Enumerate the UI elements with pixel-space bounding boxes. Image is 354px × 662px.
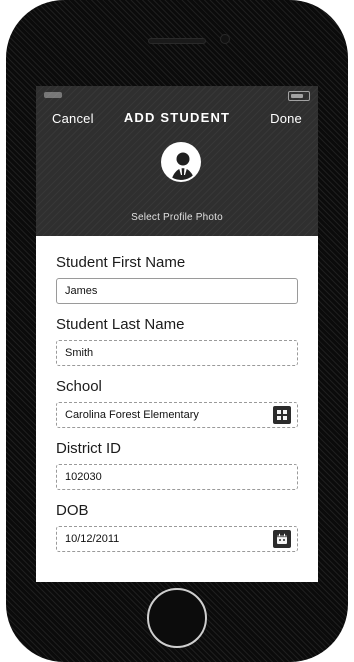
dob-field: DOB 10/12/2011 <box>56 502 298 552</box>
signal-icon <box>44 92 62 98</box>
status-bar <box>36 86 318 104</box>
earpiece <box>148 38 206 44</box>
school-field: School Carolina Forest Elementary <box>56 378 298 428</box>
front-camera <box>220 34 230 44</box>
nav-bar: Cancel ADD STUDENT Done <box>36 104 318 134</box>
district-id-label: District ID <box>56 440 121 457</box>
district-id-field: District ID 102030 <box>56 440 298 490</box>
dob-label: DOB <box>56 502 89 519</box>
student-icon <box>163 144 199 180</box>
first-name-field: Student First Name James <box>56 254 298 304</box>
phone-device: Cancel ADD STUDENT Done Select Profile P… <box>6 0 348 662</box>
last-name-label: Student Last Name <box>56 316 185 333</box>
school-input[interactable]: Carolina Forest Elementary <box>56 402 298 428</box>
first-name-value: James <box>65 285 98 297</box>
phone-screen: Cancel ADD STUDENT Done Select Profile P… <box>36 86 318 582</box>
first-name-input[interactable]: James <box>56 278 298 304</box>
dob-value: 10/12/2011 <box>65 533 120 545</box>
home-button[interactable] <box>147 588 207 648</box>
dob-input[interactable]: 10/12/2011 <box>56 526 298 552</box>
district-id-input[interactable]: 102030 <box>56 464 298 490</box>
grid-icon <box>277 410 287 420</box>
school-label: School <box>56 378 102 395</box>
last-name-field: Student Last Name Smith <box>56 316 298 366</box>
battery-icon <box>288 91 310 101</box>
done-button[interactable]: Done <box>270 111 302 126</box>
first-name-label: Student First Name <box>56 254 186 271</box>
last-name-value: Smith <box>65 347 94 359</box>
last-name-input[interactable]: Smith <box>56 340 298 366</box>
add-student-header: Cancel ADD STUDENT Done Select Profile P… <box>36 86 318 236</box>
select-profile-photo-link[interactable]: Select Profile Photo <box>36 212 318 223</box>
profile-photo-button[interactable] <box>161 142 201 182</box>
district-id-value: 102030 <box>65 471 102 483</box>
school-picker-button[interactable] <box>273 406 291 424</box>
student-form: Student First Name James Student Last Na… <box>36 236 318 582</box>
dob-picker-button[interactable] <box>273 530 291 548</box>
school-value: Carolina Forest Elementary <box>65 409 199 421</box>
calendar-icon <box>277 533 287 544</box>
